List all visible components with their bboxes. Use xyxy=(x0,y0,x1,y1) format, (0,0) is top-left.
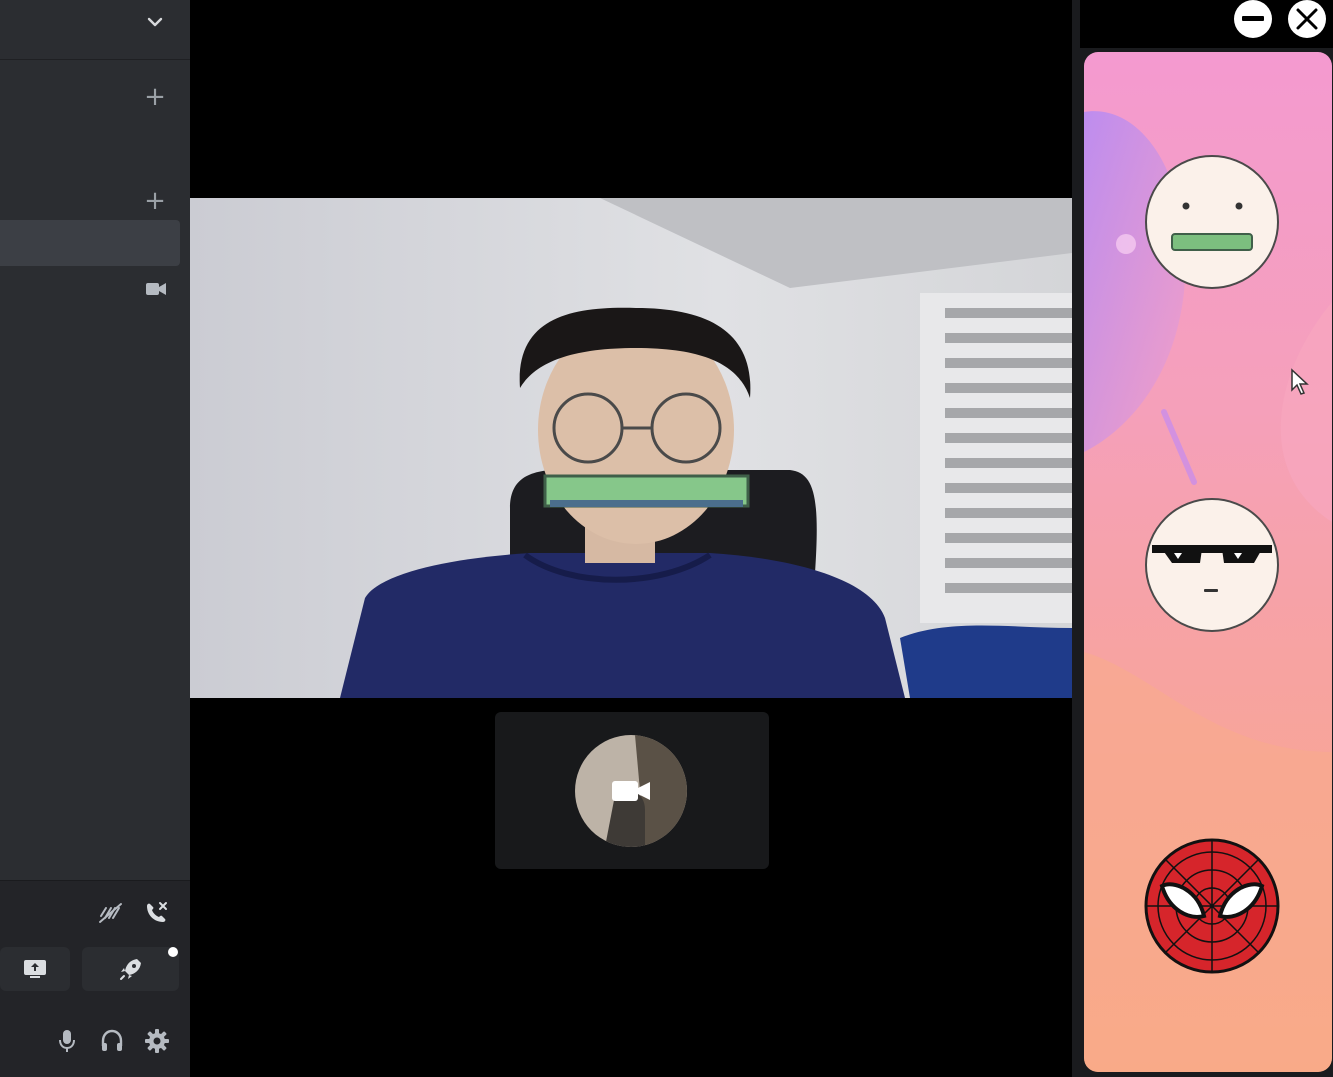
rocket-icon xyxy=(119,959,141,980)
server-header[interactable] xyxy=(0,0,190,60)
screen-share-icon xyxy=(24,960,46,978)
minimize-icon[interactable] xyxy=(1234,0,1272,38)
mouse-cursor-icon xyxy=(1291,368,1309,395)
close-icon[interactable] xyxy=(1288,0,1326,38)
screen-share-button[interactable] xyxy=(0,947,70,991)
user-panel xyxy=(0,1005,190,1077)
noise-suppression-icon[interactable] xyxy=(97,899,125,927)
voice-connection-panel xyxy=(0,880,190,1005)
panel-titlebar xyxy=(1080,0,1333,48)
video-camera-icon xyxy=(612,781,650,801)
microphone-icon[interactable] xyxy=(53,1027,81,1055)
activity-notification-dot xyxy=(168,947,178,957)
sticker-panel xyxy=(1072,0,1333,1077)
add-voice-channel-plus-icon[interactable]: + xyxy=(143,188,167,214)
video-stage xyxy=(190,0,1072,1077)
sunglasses-face-sticker[interactable] xyxy=(1144,497,1280,633)
webcam-scene xyxy=(190,198,1072,698)
chevron-down-icon[interactable] xyxy=(143,10,167,34)
gear-icon[interactable] xyxy=(143,1027,171,1055)
activity-button[interactable] xyxy=(82,947,179,991)
add-channel-plus-icon[interactable]: + xyxy=(143,84,167,110)
sticker-list xyxy=(1084,52,1332,1072)
main-video-feed[interactable] xyxy=(190,198,1072,698)
mouth-bar-face-sticker[interactable] xyxy=(1144,154,1280,290)
active-voice-channel[interactable] xyxy=(0,220,180,266)
app-window: + + xyxy=(0,0,1333,1077)
phone-disconnect-icon[interactable] xyxy=(142,899,170,927)
headphones-icon[interactable] xyxy=(98,1027,126,1055)
self-video-thumbnail[interactable] xyxy=(495,712,769,869)
video-camera-icon[interactable] xyxy=(145,280,167,298)
spiderman-mask-sticker[interactable] xyxy=(1144,838,1280,974)
channel-sidebar: + + xyxy=(0,0,190,1077)
